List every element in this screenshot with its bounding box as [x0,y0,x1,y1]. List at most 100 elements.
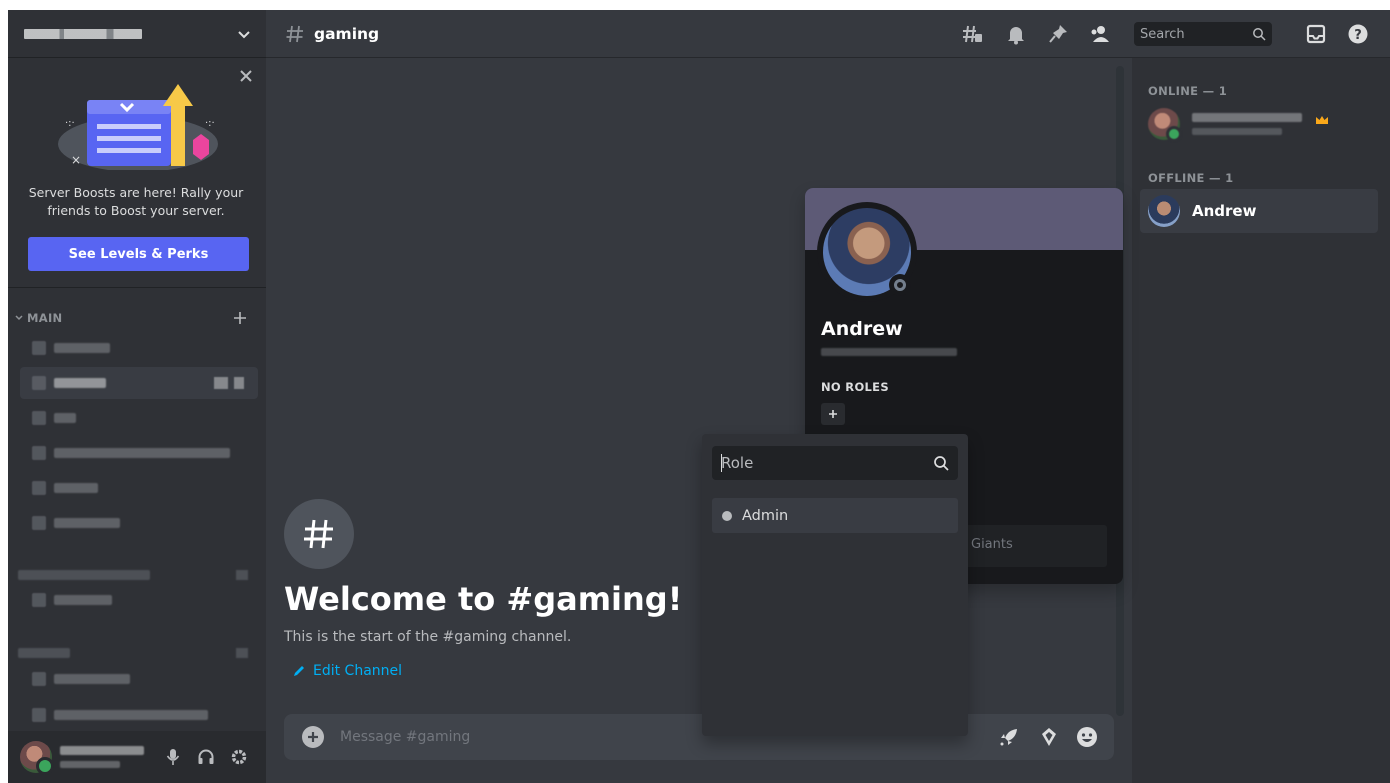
edit-channel-link[interactable]: Edit Channel [292,663,402,679]
edit-channel-label: Edit Channel [313,663,403,679]
svg-text:·:·: ·:· [205,118,215,129]
svg-text:?: ? [1354,28,1362,43]
channel-item[interactable] [20,437,258,469]
gear-icon[interactable] [230,748,248,766]
hash-icon [32,376,46,390]
avatar[interactable] [817,202,917,302]
category-blurred[interactable] [18,570,150,580]
see-levels-perks-button[interactable]: See Levels & Perks [28,237,249,271]
pencil-icon [294,666,304,676]
rocket-icon[interactable] [998,726,1020,748]
channel-name-blurred [54,343,110,353]
online-header: ONLINE — 1 [1148,84,1227,98]
boost-description: Server Boosts are here! Rally your frien… [28,185,244,218]
microphone-icon[interactable] [164,748,182,766]
add-channel-icon[interactable] [232,310,248,326]
offline-header: OFFLINE — 1 [1148,171,1234,185]
headphones-icon[interactable] [197,748,215,766]
welcome-title: Welcome to #gaming! [284,580,683,618]
hash-icon [32,672,46,686]
avatar [1148,195,1180,227]
role-search-input[interactable]: Role [712,446,958,480]
bell-icon[interactable] [1005,23,1027,45]
offline-status-icon [889,274,911,296]
category-label: MAIN [27,311,63,325]
channel-settings-icons[interactable] [214,377,246,389]
close-icon[interactable] [238,68,254,84]
server-header[interactable] [8,10,266,58]
avatar[interactable] [20,741,54,775]
note-fragment: Giants [971,537,1013,552]
hash-icon [32,708,46,722]
member-name-blurred [1192,113,1302,135]
role-option-admin[interactable]: Admin [712,498,958,533]
add-channel-icon[interactable] [236,570,248,580]
boost-illustration: × ·:· ·:· [58,84,218,170]
add-role-button[interactable] [821,403,845,425]
channel-item[interactable] [20,699,258,731]
category-main[interactable]: MAIN [14,310,254,326]
plus-icon [829,410,837,418]
channel-name-blurred [54,518,120,528]
threads-icon[interactable] [961,23,983,45]
username-blurred[interactable] [60,746,144,768]
member-list: ONLINE — 1 OFFLINE — 1 Andrew [1132,58,1390,783]
member-name: Andrew [1192,202,1257,220]
channel-name-blurred [54,413,76,423]
crown-icon [1316,116,1328,124]
role-option-label: Admin [742,507,789,524]
hash-icon [32,446,46,460]
profile-username: Andrew [821,318,903,340]
hash-icon [32,341,46,355]
roles-label: NO ROLES [821,380,889,394]
chevron-down-icon [15,315,23,321]
server-name-blurred [24,28,142,39]
avatar [1148,108,1182,142]
channel-item[interactable] [20,472,258,504]
add-channel-icon[interactable] [236,648,248,658]
search-placeholder: Search [1140,27,1185,42]
emoji-icon[interactable] [1076,726,1098,748]
channel-sidebar: × ·:· ·:· Server Boosts are here! Rally … [8,10,266,783]
message-composer[interactable]: Message #gaming [284,714,1114,760]
hash-icon [32,593,46,607]
members-icon[interactable] [1089,23,1111,45]
role-color-dot [722,510,732,521]
pin-icon[interactable] [1047,23,1069,45]
welcome-subtitle: This is the start of the #gaming channel… [284,629,572,645]
message-input[interactable]: Message #gaming [340,729,470,745]
inbox-icon[interactable] [1305,23,1327,45]
user-panel [8,731,266,783]
channel-name-blurred [54,595,112,605]
help-icon[interactable]: ? [1347,23,1369,45]
profile-tag-blurred [821,348,957,356]
role-search-placeholder: Role [721,454,754,472]
chevron-down-icon [238,31,250,39]
search-input[interactable]: Search [1134,22,1272,46]
category-blurred[interactable] [18,648,70,658]
channel-item[interactable] [20,402,258,434]
member-item-andrew[interactable]: Andrew [1140,189,1378,233]
svg-text:·:·: ·:· [65,118,75,129]
channel-item-gaming[interactable] [20,367,258,399]
channel-name-blurred [54,483,98,493]
channel-item[interactable] [20,663,258,695]
hash-icon [32,411,46,425]
sticker-icon[interactable] [1038,726,1060,748]
channel-name-blurred [54,674,130,684]
hash-icon [304,519,333,549]
channel-item[interactable] [20,584,258,616]
search-icon [934,456,949,471]
svg-text:×: × [71,153,81,167]
server-boost-panel: × ·:· ·:· Server Boosts are here! Rally … [8,58,266,288]
discord-window: × ·:· ·:· Server Boosts are here! Rally … [8,10,1390,783]
channel-item[interactable] [20,332,258,364]
channel-name-blurred [54,448,230,458]
channel-item[interactable] [20,507,258,539]
add-attachment-icon[interactable] [302,726,324,748]
hash-icon [32,516,46,530]
hash-icon [32,481,46,495]
channel-name-blurred [54,378,106,388]
role-picker-popover: Role Admin [702,434,968,736]
member-item[interactable] [1140,102,1378,146]
